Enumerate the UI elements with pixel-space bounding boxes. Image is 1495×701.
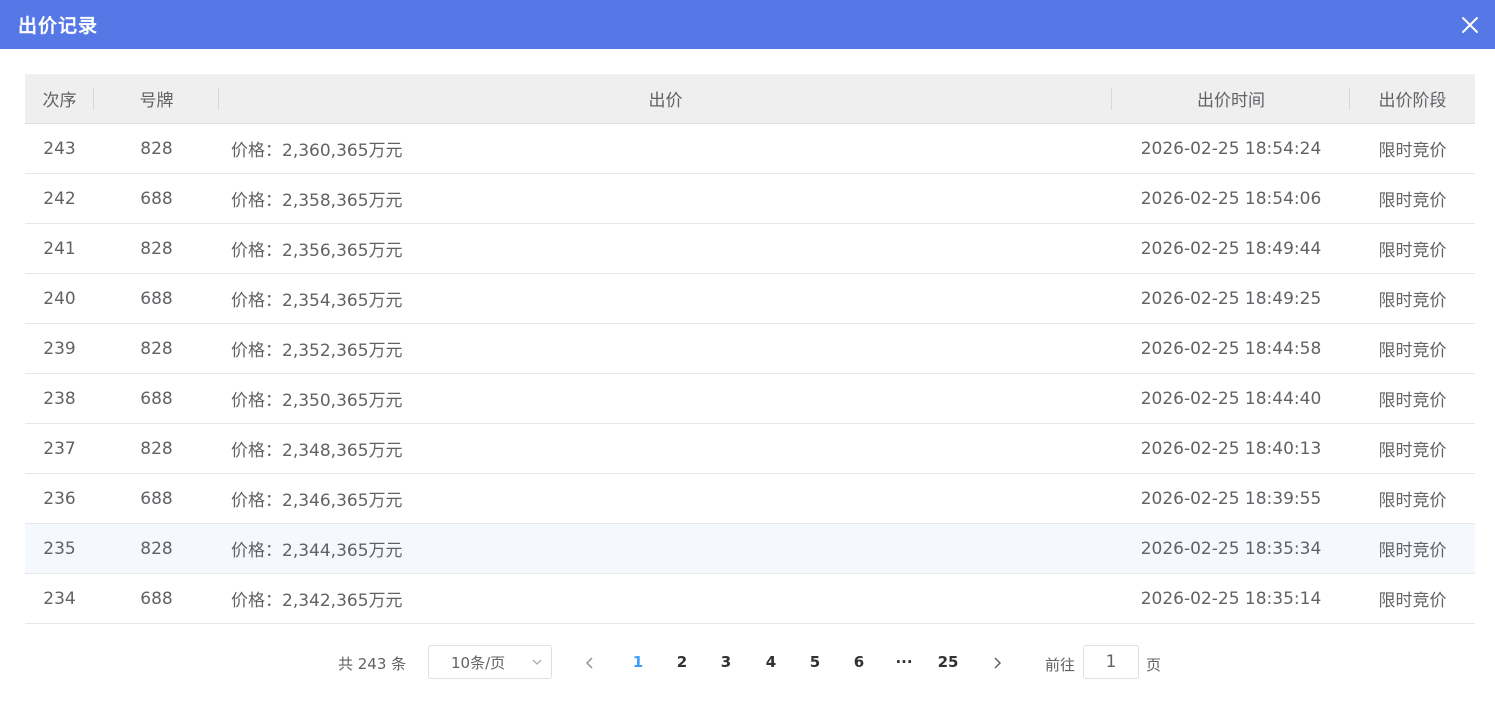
- chevron-left-icon: [585, 657, 593, 669]
- paddle-cell: 828: [94, 523, 219, 574]
- goto-page-input[interactable]: [1083, 645, 1139, 679]
- pagination: 共 243 条 10条/页 1 2 3 4 5 6 ··· 25 前往 页: [0, 645, 1495, 681]
- order-cell: 235: [25, 523, 94, 574]
- bid-stage-cell: 限时竞价: [1350, 173, 1475, 224]
- bid-stage-cell: 限时竞价: [1350, 323, 1475, 374]
- chevron-right-icon: [994, 657, 1002, 669]
- order-cell: 241: [25, 223, 94, 274]
- page-25[interactable]: 25: [935, 653, 961, 671]
- column-header-order[interactable]: 次序: [25, 74, 94, 124]
- bid-time-cell: 2026-02-25 18:39:55: [1112, 473, 1350, 524]
- bid-time-cell: 2026-02-25 18:44:58: [1112, 323, 1350, 374]
- paddle-cell: 688: [94, 473, 219, 524]
- paddle-cell: 688: [94, 173, 219, 224]
- order-cell: 237: [25, 423, 94, 474]
- table-row[interactable]: 239 828 价格：2,352,365万元 2026-02-25 18:44:58 限…: [25, 323, 1475, 374]
- order-cell: 236: [25, 473, 94, 524]
- table-row[interactable]: 236 688 价格：2,346,365万元 2026-02-25 18:39:55 限…: [25, 473, 1475, 524]
- next-page-button[interactable]: [987, 653, 1007, 673]
- bid-table-wrapper: 次序 号牌 出价 出价时间 出价阶段 243 828 价格：2,360,365万元 2…: [25, 74, 1475, 624]
- order-cell: 238: [25, 373, 94, 424]
- paddle-cell: 828: [94, 323, 219, 374]
- column-header-bid[interactable]: 出价: [219, 74, 1112, 124]
- page-3[interactable]: 3: [713, 653, 739, 671]
- goto-label: 前往: [1045, 656, 1076, 674]
- paddle-cell: 688: [94, 373, 219, 424]
- order-cell: 234: [25, 573, 94, 624]
- page-1[interactable]: 1: [625, 653, 651, 671]
- bid-cell: 价格：2,344,365万元: [219, 523, 1112, 574]
- bid-stage-cell: 限时竞价: [1350, 573, 1475, 624]
- table-row[interactable]: 238 688 价格：2,350,365万元 2026-02-25 18:44:40 限…: [25, 373, 1475, 424]
- bid-cell: 价格：2,350,365万元: [219, 373, 1112, 424]
- table-row[interactable]: 242 688 价格：2,358,365万元 2026-02-25 18:54:06 限…: [25, 173, 1475, 224]
- pagination-total: 共 243 条: [338, 655, 407, 673]
- page-size-value: 10条/页: [451, 653, 506, 672]
- bid-time-cell: 2026-02-25 18:54:24: [1112, 123, 1350, 174]
- table-row[interactable]: 240 688 价格：2,354,365万元 2026-02-25 18:49:25 限…: [25, 273, 1475, 324]
- bid-table: 次序 号牌 出价 出价时间 出价阶段 243 828 价格：2,360,365万元 2…: [25, 74, 1475, 624]
- bid-cell: 价格：2,356,365万元: [219, 223, 1112, 274]
- table-row[interactable]: 237 828 价格：2,348,365万元 2026-02-25 18:40:13 限…: [25, 423, 1475, 474]
- table-header-row: 次序 号牌 出价 出价时间 出价阶段: [25, 74, 1475, 124]
- bid-time-cell: 2026-02-25 18:49:44: [1112, 223, 1350, 274]
- table-body: 243 828 价格：2,360,365万元 2026-02-25 18:54:24 限…: [25, 123, 1475, 624]
- column-header-bid-stage[interactable]: 出价阶段: [1350, 74, 1475, 124]
- page-2[interactable]: 2: [669, 653, 695, 671]
- bid-stage-cell: 限时竞价: [1350, 223, 1475, 274]
- column-header-bid-time[interactable]: 出价时间: [1112, 74, 1350, 124]
- page-size-select[interactable]: 10条/页: [428, 645, 552, 679]
- bid-time-cell: 2026-02-25 18:44:40: [1112, 373, 1350, 424]
- bid-cell: 价格：2,358,365万元: [219, 173, 1112, 224]
- prev-page-button[interactable]: [580, 653, 600, 673]
- bid-stage-cell: 限时竞价: [1350, 473, 1475, 524]
- bid-stage-cell: 限时竞价: [1350, 273, 1475, 324]
- dialog-header: 出价记录: [0, 0, 1495, 49]
- paddle-cell: 828: [94, 423, 219, 474]
- bid-cell: 价格：2,352,365万元: [219, 323, 1112, 374]
- bid-time-cell: 2026-02-25 18:49:25: [1112, 273, 1350, 324]
- bid-stage-cell: 限时竞价: [1350, 373, 1475, 424]
- dialog-title: 出价记录: [18, 15, 99, 37]
- table-row[interactable]: 241 828 价格：2,356,365万元 2026-02-25 18:49:44 限…: [25, 223, 1475, 274]
- column-header-paddle[interactable]: 号牌: [94, 74, 219, 124]
- bid-cell: 价格：2,360,365万元: [219, 123, 1112, 174]
- bid-stage-cell: 限时竞价: [1350, 423, 1475, 474]
- goto-suffix: 页: [1146, 656, 1162, 674]
- paddle-cell: 688: [94, 273, 219, 324]
- bid-time-cell: 2026-02-25 18:54:06: [1112, 173, 1350, 224]
- paddle-cell: 828: [94, 223, 219, 274]
- table-row[interactable]: 243 828 价格：2,360,365万元 2026-02-25 18:54:24 限…: [25, 123, 1475, 174]
- bid-stage-cell: 限时竞价: [1350, 523, 1475, 574]
- bid-time-cell: 2026-02-25 18:40:13: [1112, 423, 1350, 474]
- chevron-down-icon: [532, 659, 542, 665]
- table-row[interactable]: 235 828 价格：2,344,365万元 2026-02-25 18:35:34 限…: [25, 523, 1475, 574]
- order-cell: 239: [25, 323, 94, 374]
- page-4[interactable]: 4: [758, 653, 784, 671]
- close-icon: [1462, 16, 1478, 33]
- page-6[interactable]: 6: [846, 653, 872, 671]
- close-button[interactable]: [1459, 14, 1481, 36]
- order-cell: 240: [25, 273, 94, 324]
- paddle-cell: 828: [94, 123, 219, 174]
- table-row[interactable]: 234 688 价格：2,342,365万元 2026-02-25 18:35:14 限…: [25, 573, 1475, 624]
- bid-cell: 价格：2,342,365万元: [219, 573, 1112, 624]
- bid-time-cell: 2026-02-25 18:35:14: [1112, 573, 1350, 624]
- bid-stage-cell: 限时竞价: [1350, 123, 1475, 174]
- bid-cell: 价格：2,346,365万元: [219, 473, 1112, 524]
- bid-cell: 价格：2,348,365万元: [219, 423, 1112, 474]
- bid-cell: 价格：2,354,365万元: [219, 273, 1112, 324]
- order-cell: 242: [25, 173, 94, 224]
- more-pages[interactable]: ···: [891, 653, 917, 671]
- bid-time-cell: 2026-02-25 18:35:34: [1112, 523, 1350, 574]
- page-5[interactable]: 5: [802, 653, 828, 671]
- order-cell: 243: [25, 123, 94, 174]
- bid-record-dialog: 出价记录 次序 号牌 出价 出价时间 出价阶段 243 828 价格：2,360,3…: [0, 0, 1495, 701]
- paddle-cell: 688: [94, 573, 219, 624]
